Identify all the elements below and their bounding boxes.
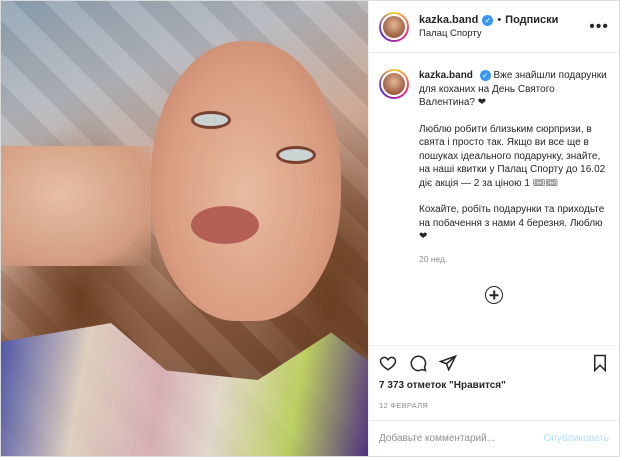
caption-username[interactable]: kazka.band xyxy=(419,70,473,81)
caption-body: kazka.band ✓ Вже знайшли подарунки для к… xyxy=(419,69,609,266)
share-icon[interactable] xyxy=(439,354,457,372)
caption-paragraph-1: kazka.band ✓ Вже знайшли подарунки для к… xyxy=(419,69,609,110)
verified-icon: ✓ xyxy=(482,14,494,26)
photo-lips xyxy=(191,206,259,244)
comment-bar: Опубликовать xyxy=(369,420,619,456)
comment-input[interactable] xyxy=(379,433,544,444)
caption: kazka.band ✓ Вже знайшли подарунки для к… xyxy=(379,69,609,266)
plus-circle-icon[interactable] xyxy=(485,286,503,304)
publish-button[interactable]: Опубликовать xyxy=(544,433,609,444)
avatar-image xyxy=(381,13,407,40)
heart-icon[interactable] xyxy=(379,354,397,372)
caption-paragraph-2: Люблю робити близьким сюрпризи, в свята … xyxy=(419,123,606,189)
caption-avatar[interactable] xyxy=(379,69,409,99)
verified-icon: ✓ xyxy=(479,70,491,81)
header-line: kazka.band ✓ • Подписки xyxy=(419,14,589,26)
bookmark-icon[interactable] xyxy=(591,354,609,372)
post-date[interactable]: 12 ФЕВРАЛЯ xyxy=(379,401,609,410)
photo-eye-right xyxy=(276,146,316,164)
caption-time-ago[interactable]: 20 нед. xyxy=(419,253,609,267)
caption-area: kazka.band ✓ Вже знайшли подарунки для к… xyxy=(369,53,619,345)
location-link[interactable]: Палац Спорту xyxy=(419,28,589,39)
follow-button[interactable]: Подписки xyxy=(505,14,558,26)
load-more xyxy=(379,286,609,304)
post-photo[interactable] xyxy=(1,1,368,456)
post-sidebar: kazka.band ✓ • Подписки Палац Спорту •••… xyxy=(368,1,619,456)
caption-paragraph-3: Кохайте, робіть подарунки та приходьте н… xyxy=(419,204,605,242)
caption-avatar-image xyxy=(381,71,407,97)
photo-hand xyxy=(1,146,151,266)
instagram-post: kazka.band ✓ • Подписки Палац Спорту •••… xyxy=(0,0,620,457)
separator-dot: • xyxy=(497,14,502,26)
post-header: kazka.band ✓ • Подписки Палац Спорту ••• xyxy=(369,1,619,53)
photo-eye-left xyxy=(191,111,231,129)
action-section: 7 373 отметок "Нравится" 12 ФЕВРАЛЯ xyxy=(369,345,619,420)
action-icons xyxy=(379,352,609,374)
username-link[interactable]: kazka.band xyxy=(419,14,478,26)
photo-face xyxy=(151,41,341,321)
more-icon[interactable]: ••• xyxy=(589,18,609,36)
comment-icon[interactable] xyxy=(409,354,427,372)
header-text: kazka.band ✓ • Подписки Палац Спорту xyxy=(419,14,589,39)
avatar[interactable] xyxy=(379,11,409,42)
likes-count[interactable]: 7 373 отметок "Нравится" xyxy=(379,380,609,391)
